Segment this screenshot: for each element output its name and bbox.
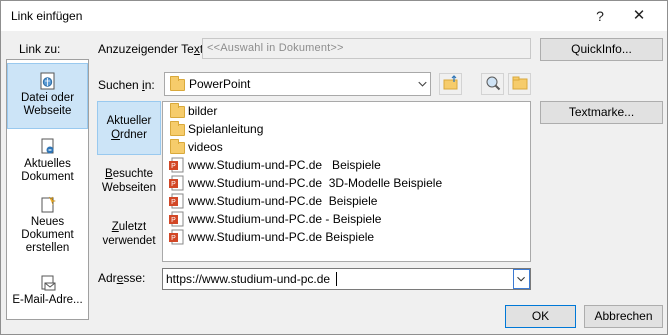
svg-text:P: P (171, 199, 176, 206)
folder-icon (170, 121, 185, 136)
address-value: https://www.studium-und-pc.de (166, 272, 331, 286)
ok-button[interactable]: OK (505, 305, 576, 328)
file-name: Spielanleitung (188, 122, 264, 136)
list-item[interactable]: P www.Studium-und-PC.de 3D-Modelle Beisp… (168, 174, 442, 192)
browse-web-icon (486, 76, 500, 91)
window-title: Link einfügen (11, 9, 83, 23)
new-document-icon (41, 196, 56, 213)
link-to-current-document[interactable]: Aktuelles Dokument (7, 138, 88, 184)
tab-visited-webpages[interactable]: Besuchte Webseiten (97, 167, 161, 197)
file-name: www.Studium-und-PC.de 3D-Modelle Beispie… (188, 176, 443, 190)
browse-side-tabs: Aktueller Ordner Besuchte Webseiten Zuletz… (97, 101, 161, 262)
insert-link-dialog: Link einfügen ? ✕ Link zu: Datei oder We… (0, 0, 668, 335)
link-to-email-address[interactable]: E-Mail-Adre... (7, 274, 88, 314)
search-in-value: PowerPoint (189, 77, 251, 91)
svg-text:P: P (171, 217, 176, 224)
file-name: www.Studium-und-PC.de - Beispiele (188, 212, 382, 226)
search-in-label: Suchen in: (98, 78, 155, 92)
link-to-item-label: Datei oder Webseite (20, 92, 75, 117)
tab-current-folder[interactable]: Aktueller Ordner (97, 101, 161, 155)
display-text-label: Anzuzeigender Text: (98, 42, 207, 56)
file-name: bilder (188, 104, 218, 118)
file-name: www.Studium-und-PC.de Beispiele (188, 230, 375, 244)
powerpoint-file-icon: P (169, 157, 184, 173)
link-to-file-or-webpage[interactable]: Datei oder Webseite (7, 63, 88, 129)
svg-text:P: P (171, 163, 176, 170)
address-input[interactable]: https://www.studium-und-pc.de (162, 268, 531, 290)
svg-text:P: P (171, 235, 176, 242)
folder-icon (170, 139, 185, 154)
chevron-down-icon[interactable] (513, 269, 530, 289)
quickinfo-button[interactable]: QuickInfo... (540, 38, 663, 61)
folder-icon (170, 103, 185, 118)
powerpoint-file-icon: P (169, 229, 184, 245)
address-label: Adresse: (98, 271, 146, 285)
display-text-input[interactable]: <<Auswahl in Dokument>> (202, 38, 531, 59)
powerpoint-file-icon: P (169, 175, 184, 191)
web-page-icon (40, 72, 54, 90)
browse-file-button[interactable] (508, 73, 531, 95)
tab-recently-used[interactable]: Zuletzt verwendet (97, 220, 161, 250)
link-to-item-label: Aktuelles Dokument (21, 158, 74, 183)
svg-text:P: P (171, 181, 176, 188)
file-name: www.Studium-und-PC.de Beispiele (188, 194, 378, 208)
folder-icon (170, 76, 185, 91)
list-item[interactable]: Spielanleitung (168, 120, 263, 138)
link-to-bar: Datei oder Webseite Aktuelles Dokument N… (6, 59, 89, 320)
title-bar: Link einfügen ? ✕ (1, 1, 667, 31)
powerpoint-file-icon: P (169, 193, 184, 209)
list-item[interactable]: P www.Studium-und-PC.de Beispiele (168, 192, 377, 210)
link-to-item-label: Neues Dokument erstellen (21, 216, 74, 254)
list-item[interactable]: videos (168, 138, 223, 156)
help-button[interactable]: ? (582, 1, 618, 31)
file-list[interactable]: bilder Spielanleitung videos P www.Studi… (162, 101, 531, 262)
bookmark-button[interactable]: Textmarke... (540, 101, 663, 124)
file-name: www.Studium-und-PC.de Beispiele (188, 158, 381, 172)
close-button[interactable]: ✕ (621, 1, 657, 31)
cancel-button[interactable]: Abbrechen (584, 305, 663, 328)
file-name: videos (188, 140, 223, 154)
list-item[interactable]: P www.Studium-und-PC.de Beispiele (168, 156, 381, 174)
browse-web-button[interactable] (481, 73, 504, 95)
list-item[interactable]: P www.Studium-und-PC.de Beispiele (168, 228, 374, 246)
text-caret (336, 272, 337, 286)
document-place-icon (41, 138, 53, 154)
list-item[interactable]: bilder (168, 102, 217, 120)
up-folder-button[interactable] (439, 73, 462, 95)
folder-up-icon (443, 75, 457, 90)
link-to-label: Link zu: (19, 42, 61, 56)
link-to-new-document[interactable]: Neues Dokument erstellen (7, 196, 88, 254)
list-item[interactable]: P www.Studium-und-PC.de - Beispiele (168, 210, 381, 228)
email-icon (41, 275, 55, 291)
chevron-down-icon (414, 73, 427, 95)
link-to-item-label: E-Mail-Adre... (12, 294, 83, 306)
search-in-dropdown[interactable]: PowerPoint (164, 72, 431, 96)
browse-file-icon (512, 76, 527, 90)
powerpoint-file-icon: P (169, 211, 184, 227)
